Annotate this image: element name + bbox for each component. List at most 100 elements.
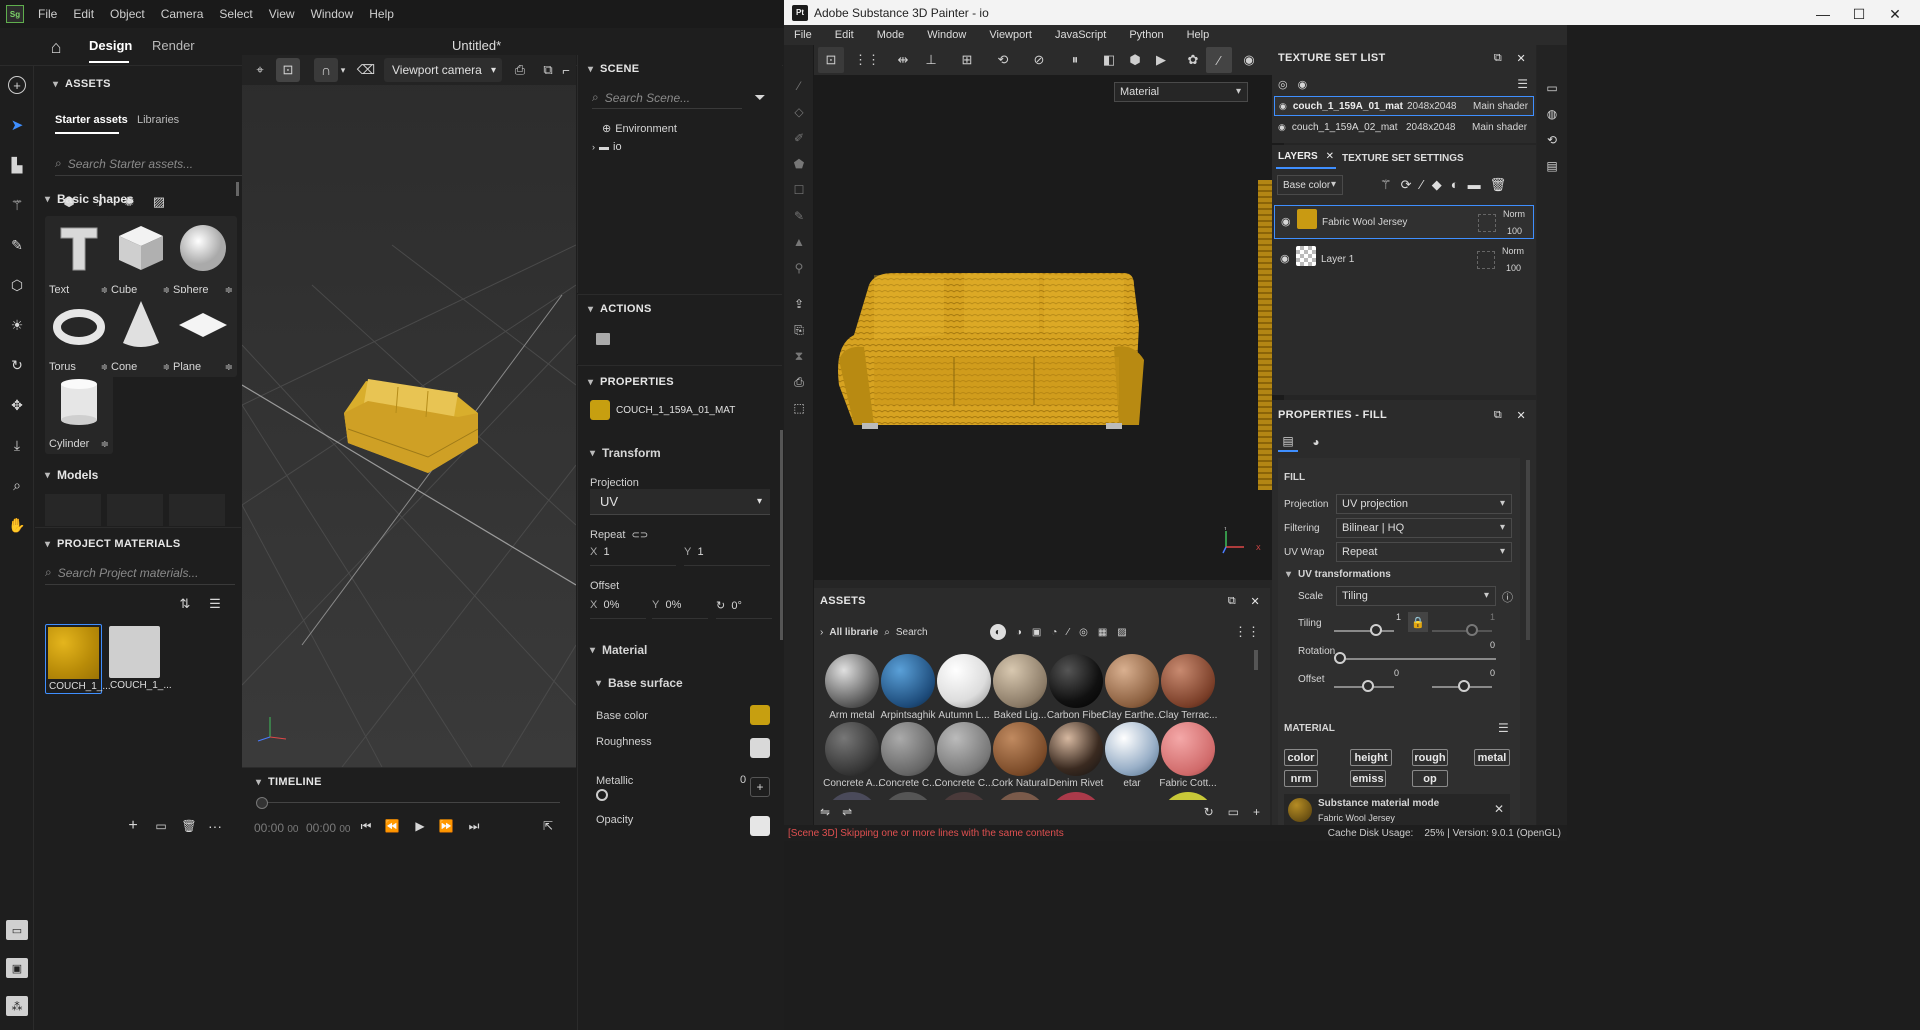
asset-cork-natural[interactable]	[993, 722, 1047, 776]
trash-icon[interactable]: 🗑	[1490, 177, 1507, 193]
menu-file[interactable]: File	[30, 7, 65, 21]
asset-partial[interactable]	[881, 792, 935, 800]
export-animation-icon[interactable]: ⇱	[540, 818, 556, 834]
uv-transformations-heading[interactable]: ▾ UV transformations	[1286, 569, 1391, 580]
mask-slot[interactable]	[1477, 251, 1495, 269]
mask-icon[interactable]: ◐	[1451, 177, 1459, 193]
rotation-slider[interactable]	[1336, 658, 1496, 660]
log-icon[interactable]: ▤	[1543, 157, 1561, 175]
shape-tile-cylinder[interactable]: Cylinder ≑	[45, 370, 113, 454]
material-thumb-2[interactable]: COUCH_1_...	[107, 624, 172, 694]
toolbox-icon[interactable]: ▣	[6, 958, 28, 978]
menu-object[interactable]: Object	[102, 7, 153, 21]
video-icon[interactable]: ▶	[1148, 47, 1174, 73]
chevron-down-icon[interactable]: ▾	[338, 65, 348, 76]
asset-partial[interactable]	[1049, 792, 1103, 800]
menu-mode[interactable]: Mode	[877, 29, 905, 41]
undock-icon[interactable]: ⧉	[1494, 52, 1502, 65]
frame-more-icon[interactable]: ⌐	[560, 58, 572, 82]
menu-edit[interactable]: Edit	[65, 7, 102, 21]
shape-tile-plane[interactable]: Plane ≑	[169, 293, 237, 377]
history-icon[interactable]: ⟲	[990, 47, 1016, 73]
camera-capture-icon[interactable]: ⎙	[790, 373, 808, 391]
repeat-x-field[interactable]: X 1	[590, 546, 676, 566]
painter-viewport[interactable]: Material ▾ YX	[814, 75, 1272, 580]
shape-tile-cube[interactable]: Cube ≑	[107, 216, 175, 300]
display-settings-icon[interactable]: ◍	[1543, 105, 1561, 123]
pause-icon[interactable]: ⏸	[1062, 47, 1088, 73]
skip-end-icon[interactable]: ⏭	[466, 818, 482, 834]
assets-scrollbar[interactable]	[1254, 650, 1258, 670]
menu-viewport[interactable]: Viewport	[989, 29, 1032, 41]
opacity-swatch[interactable]	[750, 816, 770, 836]
tab-libraries[interactable]: Libraries	[137, 114, 179, 126]
tab-layers[interactable]: LAYERS ✕	[1278, 151, 1334, 162]
texture-filter-icon[interactable]: ◎	[1079, 627, 1088, 638]
rotation-field[interactable]: ↻ 0°	[716, 599, 772, 619]
eraser-icon[interactable]: ◇	[790, 103, 808, 121]
cube-tool-icon[interactable]: ⬡	[8, 276, 26, 294]
camera-icon[interactable]: ⎙	[508, 58, 532, 82]
chevron-right-icon[interactable]: ›	[592, 142, 595, 152]
channel-chip-nrm[interactable]: nrm	[1284, 770, 1318, 787]
play-icon[interactable]: ▶	[412, 818, 428, 834]
split-view-icon[interactable]: ◧	[1096, 47, 1122, 73]
transform-heading[interactable]: ▾ Transform	[590, 446, 661, 460]
fill-layer-icon[interactable]: ◆	[1432, 177, 1442, 193]
trash-icon[interactable]: 🗑	[181, 818, 197, 834]
menu-python[interactable]: Python	[1129, 29, 1163, 41]
close-icon[interactable]: ✕	[1494, 802, 1504, 816]
asset-autumn-leaf[interactable]	[937, 654, 991, 708]
tab-render[interactable]: Render	[152, 38, 195, 53]
brush-icon[interactable]: ⁄	[1206, 47, 1232, 73]
channel-chip-metal[interactable]: metal	[1474, 749, 1510, 766]
eye-icon[interactable]: ◉	[1280, 252, 1290, 265]
screenshot-icon[interactable]: ◉	[1236, 47, 1262, 73]
material-thumb-1[interactable]: COUCH_1_...	[45, 624, 111, 694]
library-selector[interactable]: All librarie	[829, 627, 878, 638]
wand-icon[interactable]: ⚚	[1380, 177, 1392, 193]
layer-row-fabric[interactable]: ◉ Fabric Wool Jersey Norm 100	[1274, 205, 1534, 239]
import-icon[interactable]: ⇋	[820, 805, 830, 819]
skip-start-icon[interactable]: ⏮	[358, 818, 374, 834]
shelf-icon[interactable]: ▭	[1543, 79, 1561, 97]
asset-partial[interactable]	[937, 792, 991, 800]
actions-header[interactable]: ▾ ACTIONS	[588, 303, 652, 315]
home-icon[interactable]: ⌂	[44, 36, 68, 58]
channel-dropdown[interactable]: Base color ▾	[1277, 175, 1343, 195]
layer-row-1[interactable]: ◉ Layer 1 Norm 100	[1274, 243, 1534, 277]
projection-dropdown[interactable]: UV projection ▾	[1336, 494, 1512, 514]
drop-tool-icon[interactable]: ⤓	[8, 436, 26, 454]
texture-set-row-1[interactable]: ◉ couch_1_159A_01_mat 2048x2048 Main sha…	[1274, 96, 1534, 116]
material-options-icon[interactable]: ☰	[1498, 721, 1509, 735]
maximize-button[interactable]: ☐	[1841, 0, 1877, 28]
offset-x-field[interactable]: X 0%	[590, 599, 646, 619]
cube-view-icon[interactable]: ⬢	[1122, 47, 1148, 73]
eye-icon[interactable]: ◉	[1278, 122, 1286, 133]
folder-icon[interactable]	[596, 333, 610, 345]
shape-tile-sphere[interactable]: Sphere ≑	[169, 216, 237, 300]
magic-wand-icon[interactable]: ⚚	[8, 196, 26, 214]
add-effect-icon[interactable]: ⟳	[1401, 177, 1412, 193]
move-tool-icon[interactable]: ✥	[8, 396, 26, 414]
tiling-a-knob[interactable]	[1370, 624, 1382, 636]
transform-icon[interactable]: ⌖	[248, 58, 272, 82]
eye-icon[interactable]: ◉	[1298, 78, 1308, 91]
list-options-icon[interactable]: ☰	[1517, 77, 1528, 91]
channel-chip-op[interactable]: op	[1412, 770, 1448, 787]
folder-icon[interactable]: ▭	[1228, 805, 1239, 819]
timeline-track[interactable]	[258, 802, 560, 803]
asset-carbon-fiber[interactable]	[1049, 654, 1103, 708]
brush-filter-icon[interactable]: ⁄	[1067, 627, 1069, 638]
project-materials-search[interactable]: ⌕ Search Project materials...	[45, 561, 235, 585]
select-tool-icon[interactable]: ⊡	[818, 47, 844, 73]
menu-camera[interactable]: Camera	[153, 7, 212, 21]
folder-icon[interactable]: ▭	[153, 818, 169, 834]
offset-a-knob[interactable]	[1362, 680, 1374, 692]
close-icon[interactable]: ✕	[1326, 151, 1334, 162]
add-frame-icon[interactable]: ⊞	[954, 47, 980, 73]
alpha-filter-icon[interactable]: ▦	[1098, 627, 1107, 638]
assets-scrollbar[interactable]	[236, 182, 239, 196]
step-back-icon[interactable]: ⏪	[384, 818, 400, 834]
rotation-knob[interactable]	[1334, 652, 1346, 664]
